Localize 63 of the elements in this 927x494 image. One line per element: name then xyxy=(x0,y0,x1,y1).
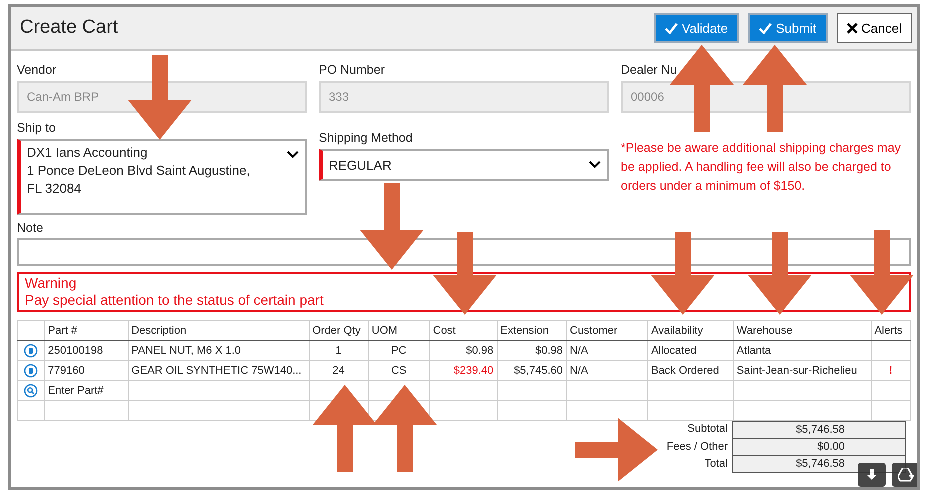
chevron-down-icon xyxy=(287,151,299,159)
check-icon xyxy=(665,22,678,34)
table-cell: $0.98 xyxy=(430,340,498,360)
column-header: Availability xyxy=(648,320,734,340)
table-cell: 250100198 xyxy=(44,340,128,360)
warning-message: Pay special attention to the status of certain part xyxy=(25,292,325,309)
table-cell: CS xyxy=(368,360,430,380)
action-button[interactable]: Submit xyxy=(748,13,828,43)
drive-button[interactable] xyxy=(892,463,917,487)
table-cell: GEAR OIL SYNTHETIC 75W140... xyxy=(128,360,310,380)
table-cell: 1 xyxy=(309,340,368,360)
column-header: UOM xyxy=(368,320,430,340)
action-button[interactable]: Validate xyxy=(654,13,740,43)
cancel-button[interactable]: Cancel xyxy=(836,13,912,43)
field-label: PO Number xyxy=(319,63,386,77)
column-header: Alerts xyxy=(871,320,910,340)
remove-icon[interactable] xyxy=(24,344,38,358)
total-label: Subtotal xyxy=(686,422,729,437)
column-header: Cost xyxy=(430,320,498,340)
field-label: Dealer Nu xyxy=(621,63,678,77)
chevron-down-icon xyxy=(589,161,601,169)
field-label: Ship to xyxy=(17,121,57,135)
table-cell: N/A xyxy=(566,340,648,360)
table-cell xyxy=(871,340,910,360)
total-value: $5,746.58 xyxy=(732,421,906,439)
field-label: Note xyxy=(17,221,44,235)
warning-title: Warning xyxy=(25,275,78,292)
total-value: $0.00 xyxy=(732,439,906,456)
table-cell: $239.40 xyxy=(430,360,498,380)
ship-to-dropdown[interactable]: DX1 Ians Accounting 1 Ponce DeLeon Blvd Saint Augustine, FL 32084 xyxy=(17,139,307,215)
shipping-notice: *Please be aware additional shipping charges may be applied. A handling fee will also be charged to orders under a minimum of $150. xyxy=(621,140,902,195)
table-cell: 779160 xyxy=(44,360,128,380)
table-cell: PC xyxy=(368,340,430,360)
download-icon xyxy=(866,469,878,481)
field-label: Shipping Method xyxy=(319,131,414,145)
table-cell: $0.98 xyxy=(497,340,566,360)
shipping-method-dropdown[interactable]: REGULAR xyxy=(319,149,609,181)
total-label: Total xyxy=(704,457,729,472)
column-header: Customer xyxy=(566,320,648,340)
table-cell: PANEL NUT, M6 X 1.0 xyxy=(128,340,310,360)
field-label: Vendor xyxy=(17,63,58,77)
note-field[interactable] xyxy=(17,238,911,266)
table-cell: $5,745.60 xyxy=(497,360,566,380)
column-header: Order Qty xyxy=(309,320,368,340)
search-icon[interactable] xyxy=(24,384,38,398)
check-icon xyxy=(759,22,772,34)
window-title: Create Cart xyxy=(20,17,118,39)
table-cell: 24 xyxy=(309,360,368,380)
table-cell: Atlanta xyxy=(733,340,872,360)
input-field[interactable]: 333 xyxy=(319,81,609,113)
download-button[interactable] xyxy=(858,463,886,487)
table-cell: Saint-Jean-sur-Richelieu xyxy=(733,360,872,380)
table-cell: Allocated xyxy=(648,340,734,360)
column-header: Part # xyxy=(44,320,128,340)
total-label: Fees / Other xyxy=(666,440,729,455)
column-header: Extension xyxy=(497,320,566,340)
table-cell: ! xyxy=(871,360,910,380)
column-header: Description xyxy=(128,320,310,340)
remove-icon[interactable] xyxy=(24,364,38,378)
table-cell: N/A xyxy=(566,360,648,380)
close-icon xyxy=(846,22,858,34)
table-cell: Back Ordered xyxy=(648,360,734,380)
column-header: Warehouse xyxy=(733,320,872,340)
